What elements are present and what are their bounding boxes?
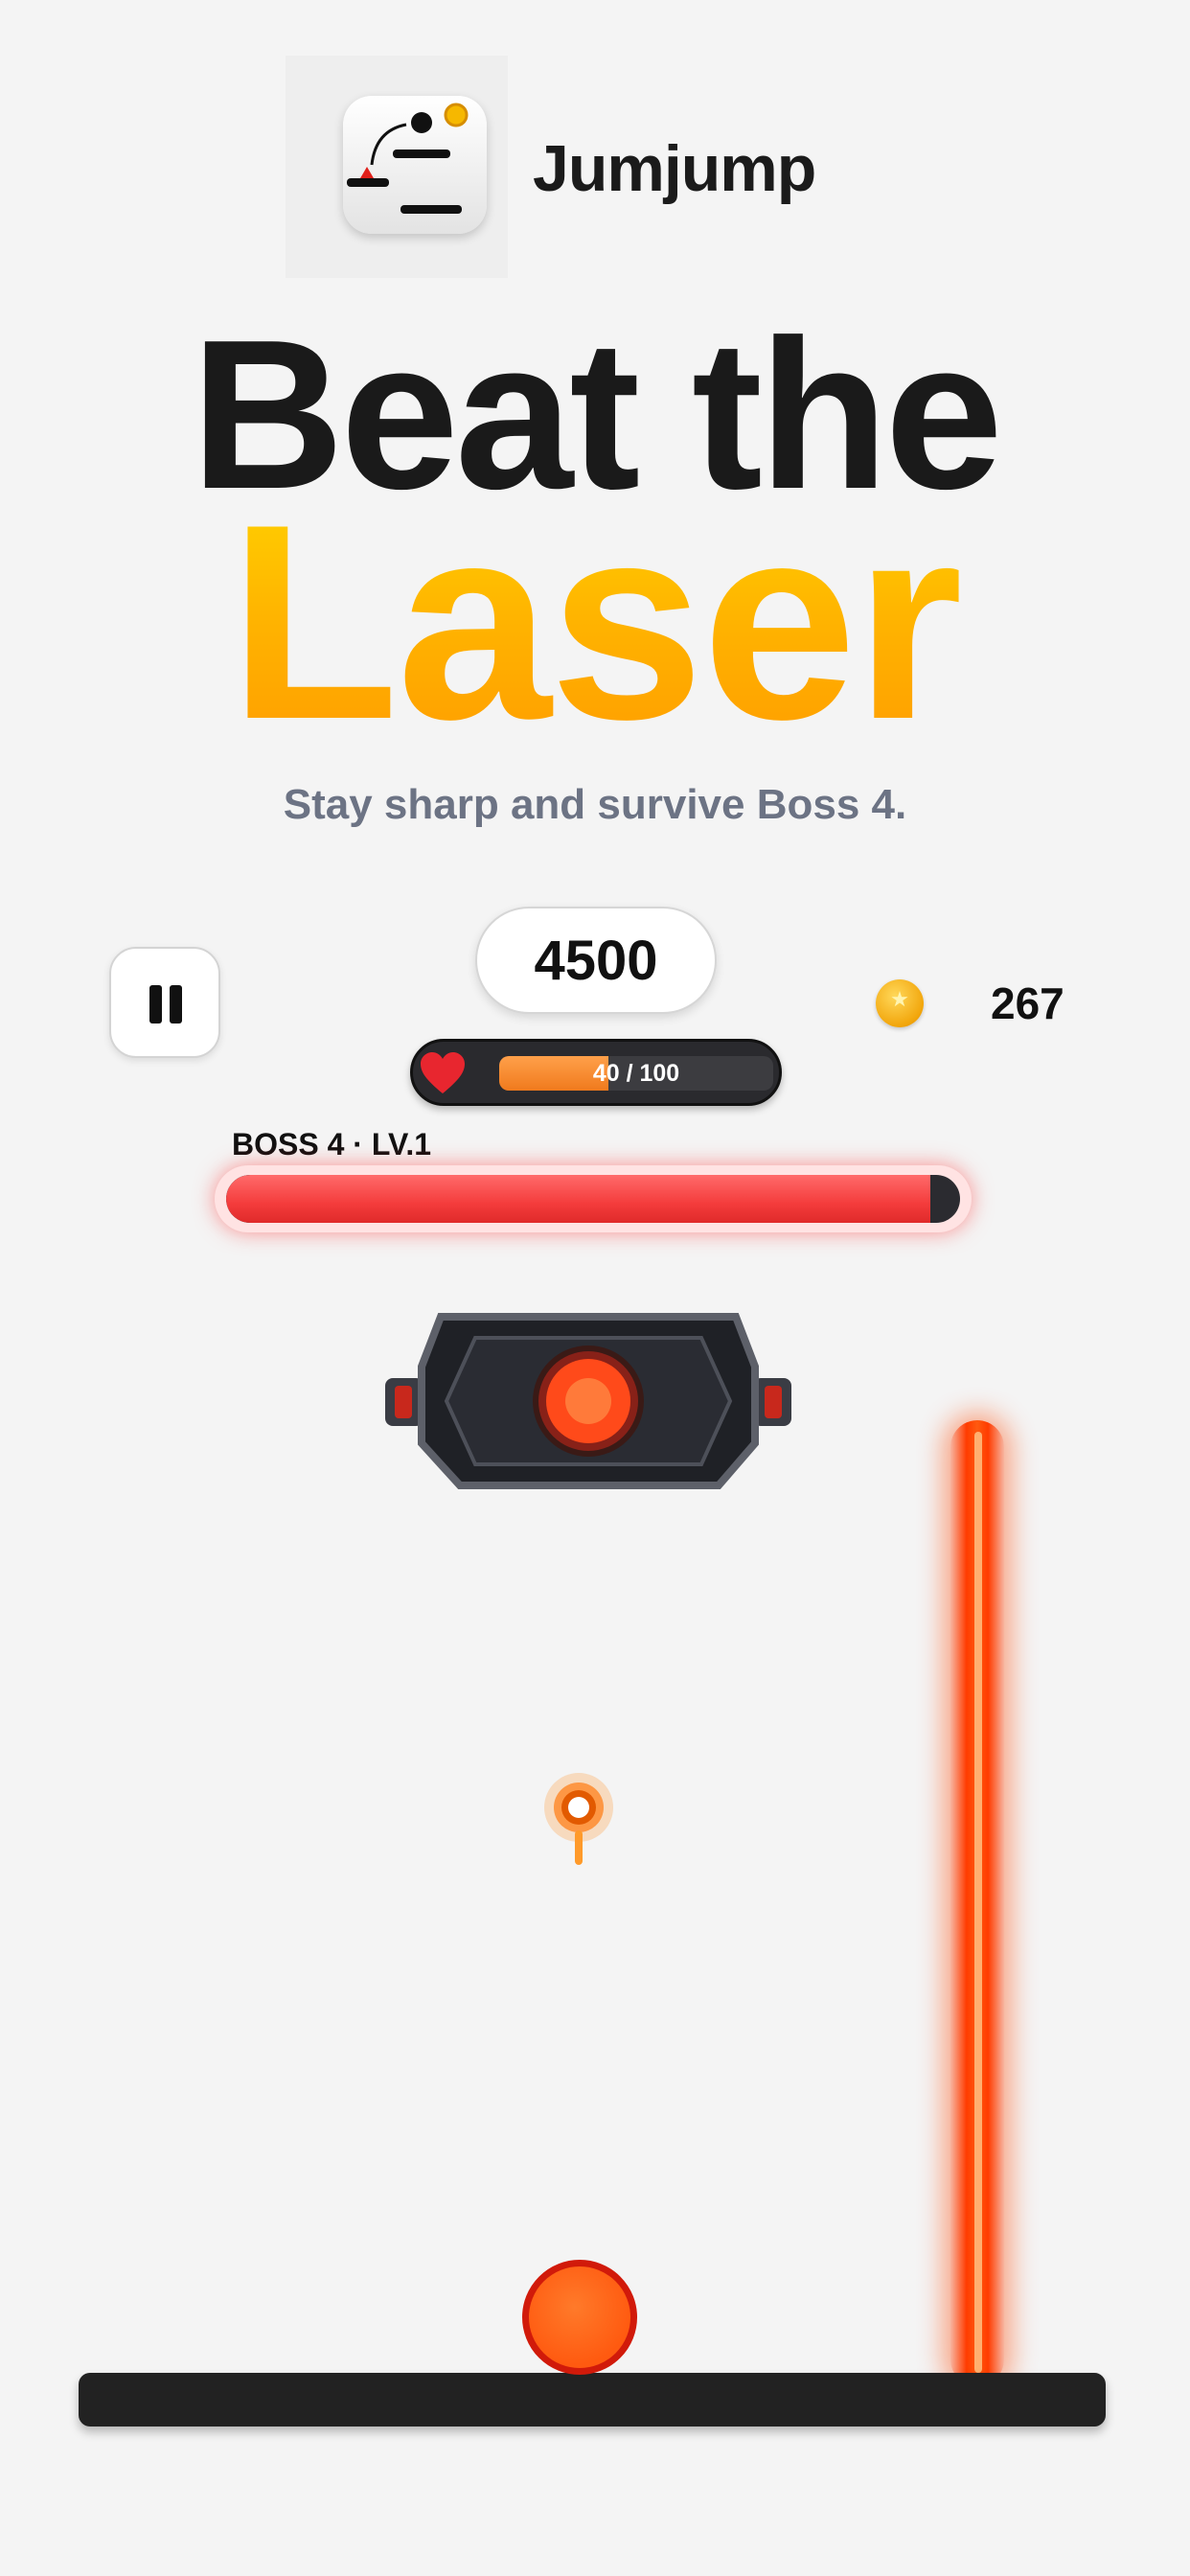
subtitle: Stay sharp and survive Boss 4. — [283, 781, 907, 828]
laser-core — [974, 1432, 982, 2373]
boss-health-bar — [215, 1165, 972, 1232]
boss-health-fill — [226, 1175, 931, 1223]
player-health-bar: 40 / 100 — [410, 1039, 782, 1106]
boss-label: BOSS 4 · LV.1 — [232, 1127, 432, 1162]
pause-icon-bar — [170, 985, 182, 1024]
pause-button[interactable] — [109, 947, 220, 1058]
app-icon — [343, 96, 487, 234]
pause-icon — [149, 985, 162, 1024]
score-display: 4500 — [475, 907, 717, 1014]
coin-icon: ★ — [876, 979, 924, 1027]
coin-count: 267 — [991, 978, 1064, 1028]
jumjump-app-icon — [347, 103, 469, 214]
headline-line-2: Laser — [0, 483, 1190, 761]
boss-health-track — [226, 1175, 960, 1223]
health-track: 40 / 100 — [499, 1056, 773, 1091]
laser-turret-icon — [385, 1313, 791, 1489]
heart-icon — [421, 1052, 465, 1093]
fireball-icon — [544, 1773, 613, 1865]
app-name: Jumjump — [533, 132, 816, 205]
health-text: 40 / 100 — [592, 1060, 680, 1087]
player-ball — [522, 2260, 637, 2375]
ground-platform — [79, 2373, 1106, 2426]
